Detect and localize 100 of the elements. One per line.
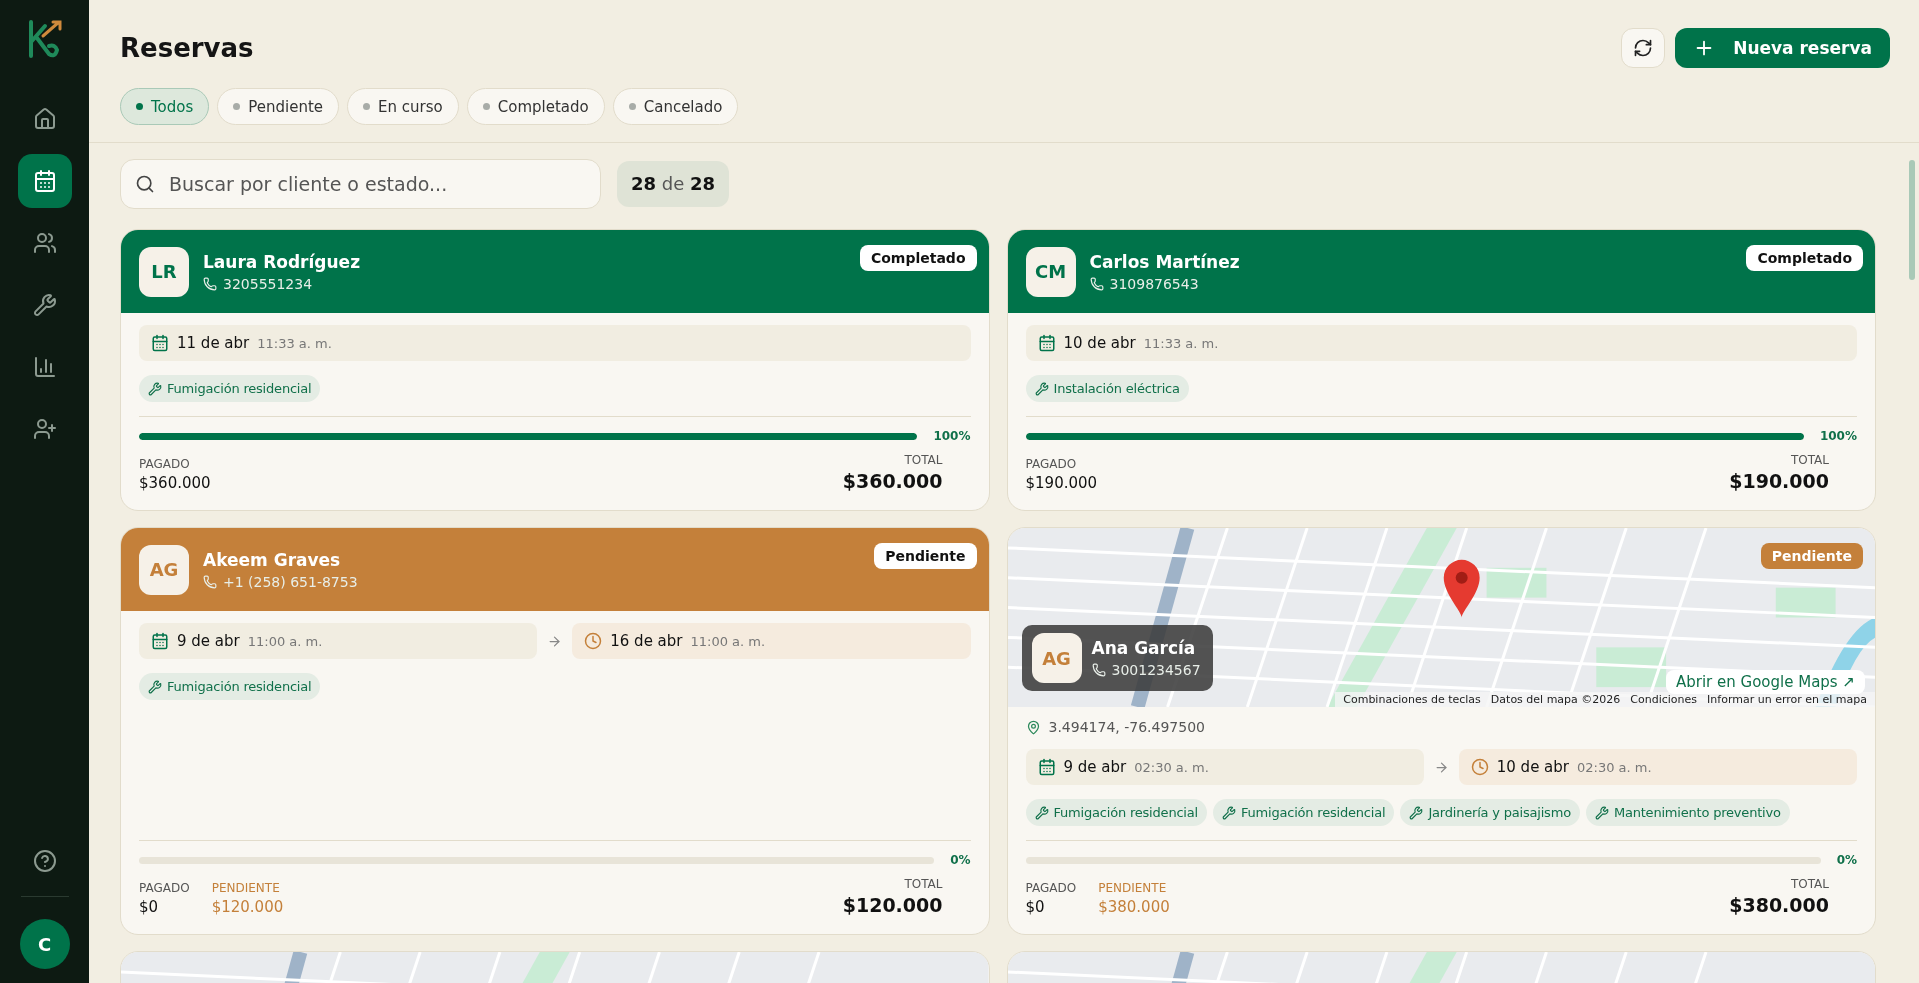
search-input[interactable]: Buscar por cliente o estado...: [167, 172, 586, 196]
amount-label: PAGADO: [139, 457, 190, 471]
status-dot-icon: [363, 103, 371, 110]
wrench-icon: [1034, 381, 1049, 396]
client-phone: 3109876543: [1089, 275, 1240, 292]
status-dot-icon: [628, 103, 636, 110]
client-avatar: AG: [139, 544, 189, 595]
client-name: Ana García: [1091, 638, 1197, 658]
user-avatar[interactable]: C: [19, 919, 70, 969]
clock-icon: [584, 632, 603, 650]
service-tag: Instalación eléctrica: [1025, 375, 1189, 402]
service-tag: Fumigación residencial: [1025, 799, 1207, 826]
service-tag: Mantenimiento preventivo: [1585, 799, 1790, 826]
amount-label: TOTAL: [904, 453, 943, 467]
time-text: 02:30 a. m.: [1577, 759, 1652, 775]
result-count: 28 de 28: [617, 161, 730, 207]
calendar-icon: [32, 169, 57, 193]
client-avatar: LR: [139, 246, 189, 297]
service-tag: Fumigación residencial: [139, 375, 321, 402]
progress-percent: 100%: [1819, 429, 1857, 443]
date-text: 9 de abr: [1063, 758, 1127, 776]
filter-tab[interactable]: Todos: [120, 88, 210, 125]
calendar-icon: [1037, 758, 1056, 776]
amount-value: $120.000: [211, 898, 284, 916]
calendar-icon: [1037, 334, 1056, 352]
amount-value: $360.000: [139, 474, 211, 492]
client-phone: 3205551234: [203, 275, 361, 292]
amount-label: TOTAL: [904, 877, 943, 891]
time-text: 11:33 a. m.: [1143, 335, 1219, 351]
wrench-icon: [1409, 805, 1424, 820]
amount-value: $190.000: [1025, 474, 1098, 492]
wrench-icon: [1221, 805, 1236, 820]
time-text: 11:00 a. m.: [247, 633, 323, 649]
client-phone: 3001234567: [1091, 662, 1201, 678]
map-attribution-link[interactable]: Informar un error en el mapa: [1707, 693, 1867, 706]
phone-icon: [203, 574, 217, 589]
client-name: Akeem Graves: [203, 549, 342, 570]
progress-percent: 0%: [950, 853, 971, 867]
map-attribution-link[interactable]: Datos del mapa ©2026: [1490, 693, 1621, 706]
open-maps-link[interactable]: Abrir en Google Maps ↗: [1665, 670, 1865, 694]
map-attribution-link[interactable]: Condiciones: [1630, 693, 1698, 706]
service-tag: Fumigación residencial: [139, 673, 321, 700]
amount-label: PENDIENTE: [1098, 881, 1167, 895]
client-name: Carlos Martínez: [1089, 251, 1240, 272]
date-text: 11 de abr: [177, 334, 250, 352]
scrollbar[interactable]: [1909, 160, 1915, 280]
home-icon: [32, 107, 57, 131]
refresh-icon: [1633, 38, 1654, 58]
date-text: 10 de abr: [1496, 758, 1569, 776]
date-text: 9 de abr: [177, 632, 240, 650]
status-badge: Pendiente: [874, 543, 977, 569]
amount-value: $360.000: [842, 470, 943, 492]
filter-tab[interactable]: En curso: [347, 88, 459, 125]
phone-icon: [1091, 663, 1106, 677]
date-text: 16 de abr: [610, 632, 683, 650]
client-avatar: CM: [1025, 246, 1076, 297]
amount-value: $380.000: [1729, 894, 1829, 916]
amount-label: PAGADO: [139, 881, 190, 895]
filter-tab[interactable]: Completado: [466, 88, 605, 125]
time-text: 11:00 a. m.: [690, 633, 766, 649]
map-attribution-link[interactable]: Combinaciones de teclas: [1343, 693, 1481, 706]
service-tag: Fumigación residencial: [1212, 799, 1395, 826]
filter-tab[interactable]: Pendiente: [217, 88, 340, 125]
nav-button[interactable]: [17, 154, 72, 208]
progress-percent: 0%: [1836, 853, 1857, 867]
status-badge: Pendiente: [1760, 543, 1863, 569]
clock-icon: [1470, 758, 1489, 776]
arrow-icon: [547, 633, 563, 649]
amount-label: PAGADO: [1025, 881, 1077, 895]
time-text: 02:30 a. m.: [1134, 759, 1209, 775]
time-text: 11:33 a. m.: [257, 335, 332, 351]
add-user-icon: [32, 417, 57, 441]
status-badge: Completado: [859, 245, 977, 271]
wrench-icon: [32, 293, 57, 317]
amount-value: $0: [1025, 898, 1045, 916]
date-text: 10 de abr: [1063, 334, 1136, 352]
amount-value: $380.000: [1098, 898, 1170, 916]
phone-icon: [203, 276, 217, 291]
wrench-icon: [148, 381, 162, 396]
status-dot-icon: [482, 103, 490, 110]
wrench-icon: [1594, 805, 1609, 820]
location-pin-icon: [1025, 719, 1041, 735]
search-field[interactable]: Buscar por cliente o estado...: [120, 159, 601, 209]
arrow-icon: [1433, 759, 1449, 775]
status-dot-icon: [233, 103, 241, 110]
amount-label: TOTAL: [1790, 453, 1829, 467]
bar-chart-icon: [32, 355, 57, 379]
refresh-button[interactable]: [1621, 28, 1666, 68]
wrench-icon: [1034, 805, 1049, 820]
amount-label: PENDIENTE: [211, 881, 280, 895]
page-title: Reservas: [120, 33, 254, 63]
wrench-icon: [148, 679, 162, 694]
calendar-icon: [151, 334, 169, 352]
service-tag: Jardinería y paisajismo: [1400, 799, 1580, 826]
phone-icon: [1089, 276, 1104, 291]
filter-tab[interactable]: Cancelado: [612, 88, 739, 125]
help-icon: [32, 849, 57, 873]
new-booking-button[interactable]: Nueva reserva: [1675, 28, 1890, 68]
amount-value: $0: [139, 898, 159, 916]
client-name: Laura Rodríguez: [203, 251, 361, 272]
